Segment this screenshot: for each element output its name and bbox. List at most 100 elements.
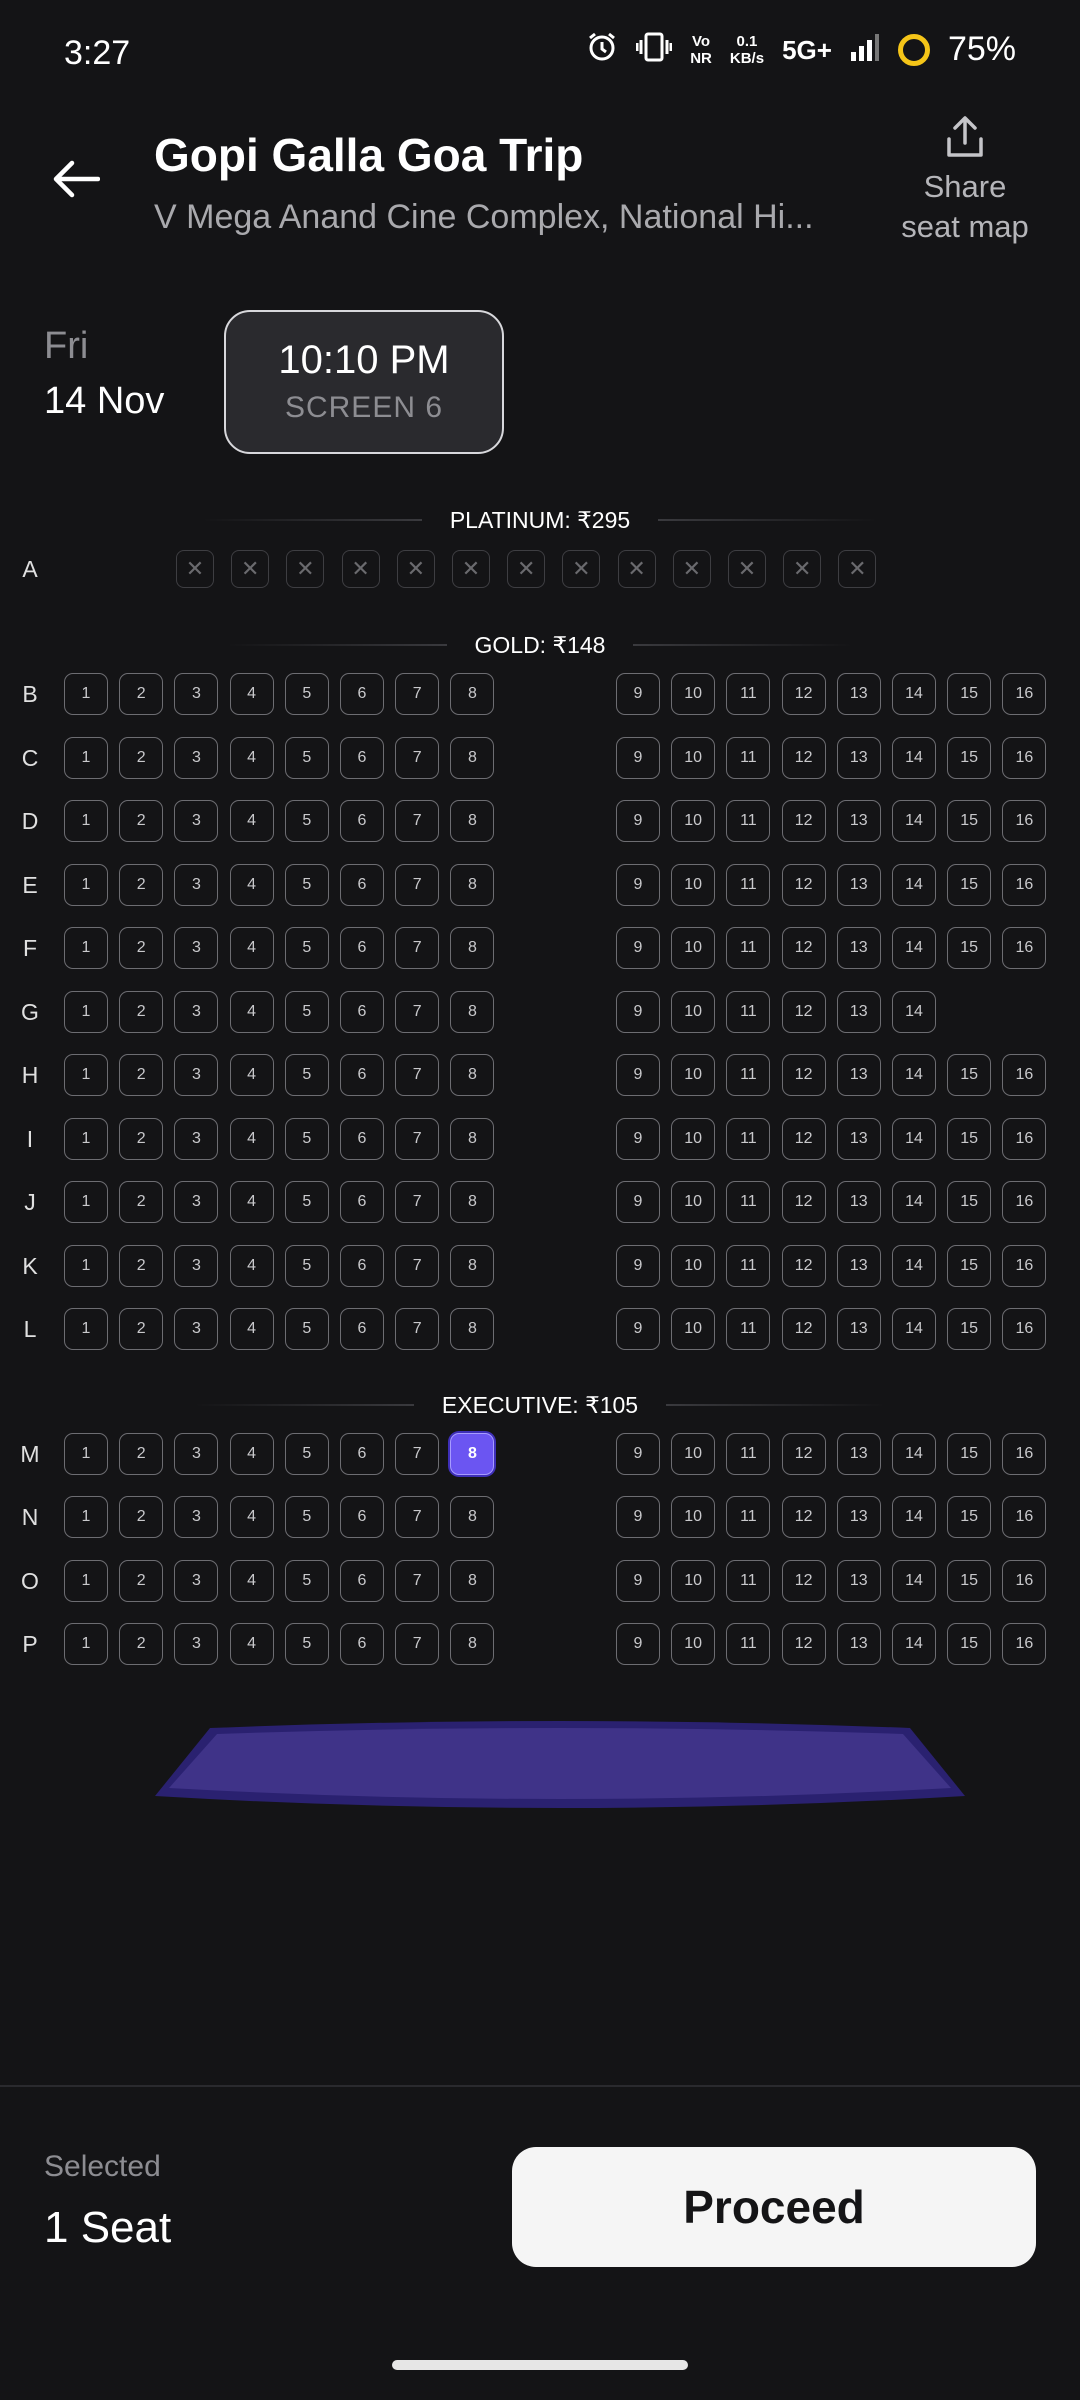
seat[interactable]: 3 — [174, 1054, 219, 1096]
seat[interactable]: 16 — [1002, 1496, 1047, 1538]
seat[interactable]: 16 — [1002, 1181, 1047, 1223]
seat[interactable]: 6 — [340, 673, 384, 715]
seat[interactable]: 6 — [340, 800, 384, 842]
seat[interactable]: 15 — [947, 1496, 992, 1538]
seat[interactable]: 2 — [119, 1308, 164, 1350]
seat[interactable]: 8 — [450, 737, 495, 779]
seat[interactable]: 3 — [174, 1623, 219, 1665]
seat[interactable]: 9 — [616, 1623, 660, 1665]
seat[interactable]: 12 — [781, 991, 826, 1033]
seat[interactable]: 15 — [947, 1054, 992, 1096]
seat[interactable]: 4 — [229, 1245, 274, 1287]
seat[interactable]: 5 — [284, 1245, 329, 1287]
seat[interactable]: 11 — [726, 1560, 771, 1602]
seat[interactable]: 16 — [1002, 864, 1047, 906]
seat[interactable]: 14 — [892, 1496, 936, 1538]
seat[interactable]: 9 — [616, 864, 660, 906]
seat[interactable]: 13 — [836, 800, 881, 842]
seat[interactable]: 2 — [119, 800, 164, 842]
seat[interactable]: 10 — [671, 1623, 716, 1665]
seat[interactable]: 5 — [284, 673, 329, 715]
seat[interactable]: 9 — [616, 673, 660, 715]
seat[interactable]: 3 — [174, 1560, 219, 1602]
seat[interactable]: 12 — [781, 1245, 826, 1287]
seat[interactable]: 5 — [284, 737, 329, 779]
seat[interactable]: 1 — [64, 800, 108, 842]
seat[interactable]: 3 — [174, 1245, 219, 1287]
seat[interactable]: 5 — [284, 991, 329, 1033]
seat[interactable]: 7 — [395, 1181, 440, 1223]
seat[interactable]: 1 — [64, 673, 108, 715]
seat[interactable]: 3 — [174, 737, 219, 779]
seat[interactable]: 8 — [450, 1560, 495, 1602]
seat[interactable]: 14 — [892, 1181, 936, 1223]
seat[interactable]: 14 — [892, 1623, 936, 1665]
seat[interactable]: 5 — [284, 1308, 329, 1350]
seat[interactable]: 8 — [450, 1245, 495, 1287]
seat[interactable]: 4 — [229, 800, 274, 842]
share-seat-map-button[interactable]: Share seat map — [870, 115, 1060, 255]
seat[interactable]: 13 — [836, 927, 881, 969]
seat[interactable]: 10 — [671, 1181, 716, 1223]
seat[interactable]: 16 — [1002, 1308, 1047, 1350]
seat[interactable]: 14 — [892, 864, 936, 906]
seat[interactable]: 14 — [892, 927, 936, 969]
seat[interactable]: 14 — [892, 1245, 936, 1287]
seat[interactable]: 6 — [340, 991, 384, 1033]
seat[interactable]: 1 — [64, 1433, 108, 1475]
seat[interactable]: 13 — [836, 737, 881, 779]
seat[interactable]: 10 — [671, 1560, 716, 1602]
seat[interactable]: 16 — [1002, 1433, 1047, 1475]
seat[interactable]: 12 — [781, 1054, 826, 1096]
seat[interactable]: 13 — [836, 1245, 881, 1287]
seat[interactable]: 15 — [947, 673, 992, 715]
seat[interactable]: 15 — [947, 1245, 992, 1287]
seat[interactable]: 8 — [450, 800, 495, 842]
seat[interactable]: 15 — [947, 800, 992, 842]
seat[interactable]: 13 — [836, 1623, 881, 1665]
seat[interactable]: 15 — [947, 1181, 992, 1223]
seat[interactable]: 3 — [174, 864, 219, 906]
seat[interactable]: 10 — [671, 1496, 716, 1538]
seat[interactable]: 10 — [671, 927, 716, 969]
seat[interactable]: 13 — [836, 1054, 881, 1096]
seat[interactable]: 1 — [64, 1245, 108, 1287]
seat[interactable]: 15 — [947, 1623, 992, 1665]
seat[interactable]: 13 — [836, 1181, 881, 1223]
seat[interactable]: 6 — [340, 1433, 384, 1475]
seat[interactable]: 4 — [229, 737, 274, 779]
seat[interactable]: 11 — [726, 1623, 771, 1665]
seat[interactable]: 16 — [1002, 737, 1047, 779]
seat[interactable]: 5 — [284, 800, 329, 842]
seat[interactable]: 8 — [450, 1308, 495, 1350]
proceed-button[interactable]: Proceed — [512, 2147, 1036, 2267]
seat[interactable]: 4 — [229, 1623, 274, 1665]
seat[interactable]: 4 — [229, 1308, 274, 1350]
seat[interactable]: 11 — [726, 800, 771, 842]
seat[interactable]: 15 — [947, 864, 992, 906]
seat[interactable]: 4 — [229, 991, 274, 1033]
seat[interactable]: 1 — [64, 1054, 108, 1096]
back-button[interactable] — [40, 145, 112, 217]
seat[interactable]: 1 — [64, 737, 108, 779]
seat[interactable]: 12 — [781, 1560, 826, 1602]
seat[interactable]: 2 — [119, 1245, 164, 1287]
showtime-chip[interactable]: 10:10 PM SCREEN 6 — [224, 310, 504, 454]
seat[interactable]: 2 — [119, 1560, 164, 1602]
seat[interactable]: 3 — [174, 1181, 219, 1223]
seat[interactable]: 5 — [284, 1054, 329, 1096]
seat[interactable]: 11 — [726, 1308, 771, 1350]
seat[interactable]: 4 — [229, 1118, 274, 1160]
seat[interactable]: 6 — [340, 1308, 384, 1350]
seat[interactable]: 13 — [836, 1433, 881, 1475]
seat[interactable]: 12 — [781, 1496, 826, 1538]
seat[interactable]: 7 — [395, 1118, 440, 1160]
seat[interactable]: 10 — [671, 991, 716, 1033]
seat[interactable]: 2 — [119, 737, 164, 779]
seat[interactable]: 8 — [450, 1054, 495, 1096]
seat[interactable]: 4 — [229, 1433, 274, 1475]
seat[interactable]: 1 — [64, 1560, 108, 1602]
seat[interactable]: 15 — [947, 737, 992, 779]
seat[interactable]: 7 — [395, 737, 440, 779]
seat[interactable]: 7 — [395, 1496, 440, 1538]
